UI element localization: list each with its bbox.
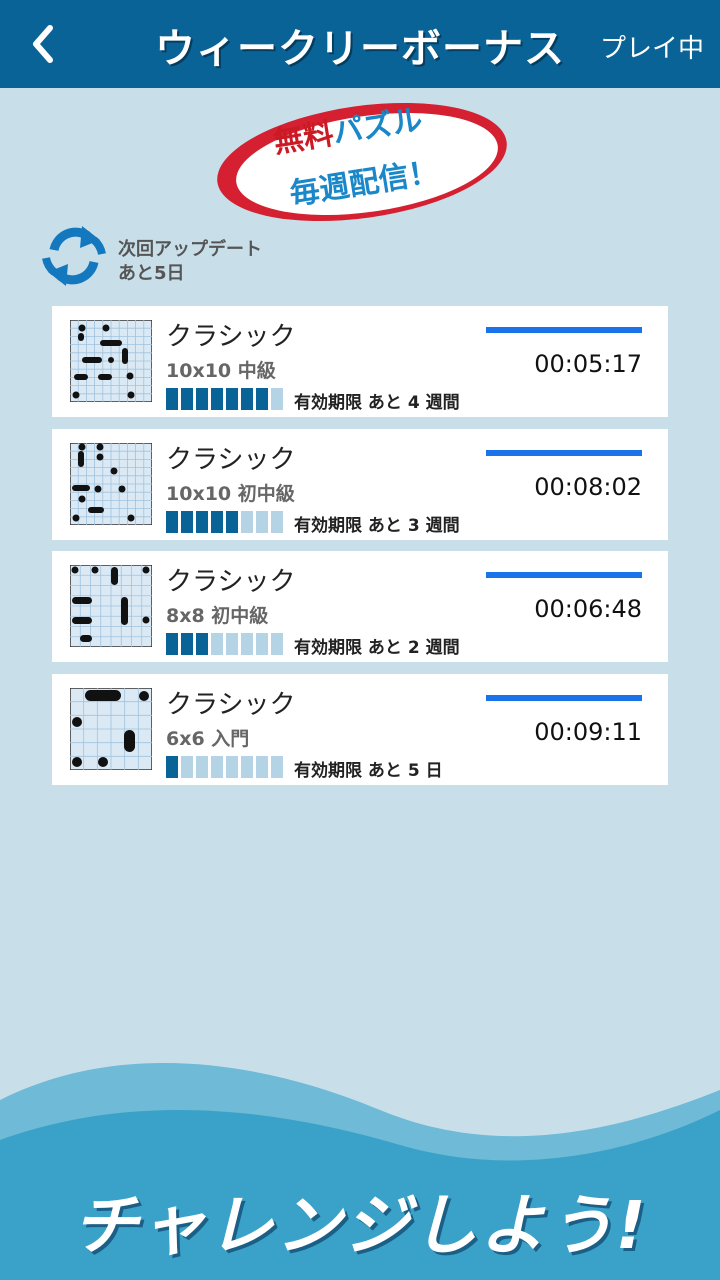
puzzle-card[interactable]: クラシック 10x10 中級 有効期限 あと 4 週間 00:05:17 bbox=[52, 306, 668, 417]
progress-segment bbox=[181, 511, 193, 533]
puzzle-size-level: 6x6 入門 bbox=[166, 728, 250, 750]
elapsed-time: 00:06:48 bbox=[534, 595, 642, 623]
puzzle-card[interactable]: クラシック 6x6 入門 有効期限 あと 5 日 00:09:11 bbox=[52, 674, 668, 785]
progress-segment bbox=[256, 388, 268, 410]
puzzle-size-level: 10x10 初中級 bbox=[166, 483, 295, 505]
puzzle-thumbnail bbox=[70, 688, 152, 770]
puzzle-title: クラシック bbox=[166, 445, 296, 475]
progress-segment bbox=[256, 633, 268, 655]
progress-segment bbox=[271, 633, 283, 655]
progress-segment bbox=[196, 633, 208, 655]
puzzle-thumbnail bbox=[70, 320, 152, 402]
progress-segment bbox=[211, 633, 223, 655]
progress-segment bbox=[256, 756, 268, 778]
progress-segment bbox=[241, 633, 253, 655]
time-bar bbox=[486, 572, 642, 578]
progress-segment bbox=[166, 756, 178, 778]
progress-segment bbox=[181, 633, 193, 655]
puzzle-size-level: 10x10 中級 bbox=[166, 360, 276, 382]
progress-segment bbox=[226, 511, 238, 533]
puzzle-title: クラシック bbox=[166, 322, 296, 352]
next-update: 次回アップデート あと5日 bbox=[118, 238, 262, 286]
progress-segment bbox=[166, 633, 178, 655]
progress-segment bbox=[181, 388, 193, 410]
progress-segment bbox=[271, 756, 283, 778]
expiry-label: 有効期限 あと 2 週間 bbox=[294, 638, 460, 658]
progress-segment bbox=[256, 511, 268, 533]
expiry-label: 有効期限 あと 5 日 bbox=[294, 761, 443, 781]
top-bar: ウィークリーボーナス プレイ中 bbox=[0, 0, 720, 88]
progress-segment bbox=[241, 756, 253, 778]
puzzle-title: クラシック bbox=[166, 690, 296, 720]
progress-segment bbox=[226, 756, 238, 778]
progress-segment bbox=[226, 633, 238, 655]
refresh-icon bbox=[42, 226, 106, 286]
next-update-days: あと5日 bbox=[118, 263, 185, 284]
progress-segment bbox=[211, 388, 223, 410]
elapsed-time: 00:08:02 bbox=[534, 473, 642, 501]
progress-segment bbox=[211, 756, 223, 778]
progress-segment bbox=[226, 388, 238, 410]
progress-segment bbox=[241, 511, 253, 533]
elapsed-time: 00:09:11 bbox=[534, 718, 642, 746]
progress-segment bbox=[166, 511, 178, 533]
time-bar bbox=[486, 695, 642, 701]
time-bar bbox=[486, 450, 642, 456]
puzzle-thumbnail bbox=[70, 565, 152, 647]
progress-segment bbox=[181, 756, 193, 778]
status-label: プレイ中 bbox=[599, 34, 704, 64]
progress-segment bbox=[196, 511, 208, 533]
progress-segment bbox=[271, 511, 283, 533]
expiry-label: 有効期限 あと 4 週間 bbox=[294, 393, 460, 413]
next-update-label: 次回アップデート bbox=[118, 239, 262, 260]
puzzle-size-level: 8x8 初中級 bbox=[166, 605, 269, 627]
progress-segment bbox=[196, 388, 208, 410]
puzzle-card[interactable]: クラシック 10x10 初中級 有効期限 あと 3 週間 00:08:02 bbox=[52, 429, 668, 540]
challenge-banner: チャレンジしよう! bbox=[72, 1187, 648, 1264]
elapsed-time: 00:05:17 bbox=[534, 350, 642, 378]
progress-segment bbox=[211, 511, 223, 533]
progress-segment bbox=[241, 388, 253, 410]
time-bar bbox=[486, 327, 642, 333]
puzzle-title: クラシック bbox=[166, 567, 296, 597]
progress-segment bbox=[166, 388, 178, 410]
puzzle-thumbnail bbox=[70, 443, 152, 525]
puzzle-card[interactable]: クラシック 8x8 初中級 有効期限 あと 2 週間 00:06:48 bbox=[52, 551, 668, 662]
expiry-label: 有効期限 あと 3 週間 bbox=[294, 516, 460, 536]
progress-segment bbox=[196, 756, 208, 778]
progress-segment bbox=[271, 388, 283, 410]
